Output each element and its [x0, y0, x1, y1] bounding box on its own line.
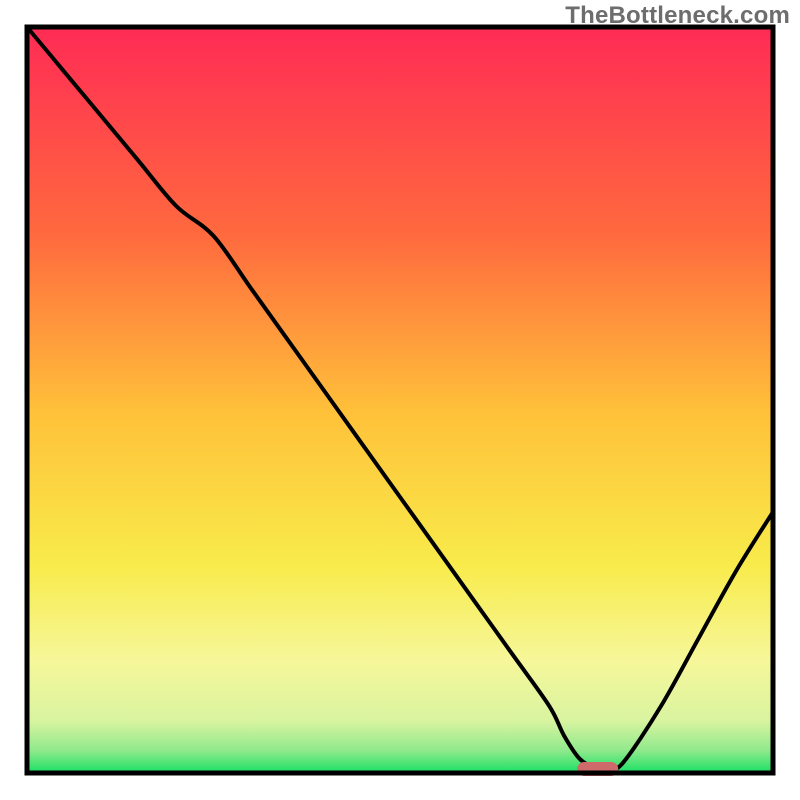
- watermark-text: TheBottleneck.com: [565, 2, 790, 30]
- gradient-background: [27, 27, 773, 773]
- chart-svg: [0, 0, 800, 800]
- chart-stage: TheBottleneck.com: [0, 0, 800, 800]
